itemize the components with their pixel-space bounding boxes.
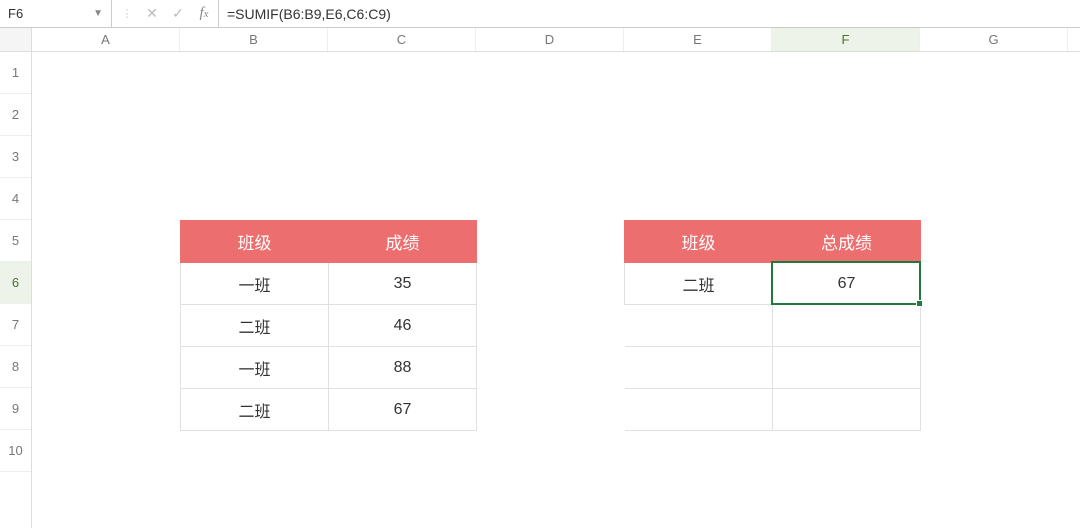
row-header-3[interactable]: 3: [0, 136, 31, 178]
empty-cell[interactable]: [625, 305, 773, 347]
table-row: 二班 46: [181, 305, 477, 347]
cell-score[interactable]: 67: [329, 389, 477, 431]
column-header-c[interactable]: C: [328, 28, 476, 51]
cell-total[interactable]: 67: [773, 263, 921, 305]
confirm-icon[interactable]: ✓: [170, 5, 186, 22]
table-header-row: 班级 成绩: [181, 221, 477, 263]
grid[interactable]: 班级 成绩 一班 35 二班 46 一班 88 二班 67: [32, 52, 1080, 472]
cancel-icon[interactable]: ✕: [144, 5, 160, 22]
column-header-a[interactable]: A: [32, 28, 180, 51]
drag-dots-icon: ⋮: [118, 7, 134, 20]
table-row: 二班 67: [625, 263, 921, 305]
empty-cell[interactable]: [773, 305, 921, 347]
column-header-e[interactable]: E: [624, 28, 772, 51]
column-headers: ABCDEFG: [32, 28, 1080, 52]
column-header-d[interactable]: D: [476, 28, 624, 51]
formula-bar: F6 ▼ ⋮ ✕ ✓ fx =SUMIF(B6:B9,E6,C6:C9): [0, 0, 1080, 28]
cell-class[interactable]: 二班: [181, 305, 329, 347]
row-header-6[interactable]: 6: [0, 262, 31, 304]
grid-area[interactable]: ABCDEFG 班级 成绩 一班 35 二班 46 一班 88: [32, 28, 1080, 528]
fx-icon[interactable]: fx: [196, 5, 212, 22]
empty-cell[interactable]: [625, 347, 773, 389]
result-table: 班级 总成绩 二班 67: [624, 220, 921, 431]
row-headers: 12345678910: [0, 28, 32, 528]
table-row: [625, 389, 921, 431]
header-total[interactable]: 总成绩: [773, 221, 921, 263]
header-score[interactable]: 成绩: [329, 221, 477, 263]
row-header-1[interactable]: 1: [0, 52, 31, 94]
row-header-7[interactable]: 7: [0, 304, 31, 346]
row-header-10[interactable]: 10: [0, 430, 31, 472]
column-header-g[interactable]: G: [920, 28, 1068, 51]
cell-score[interactable]: 88: [329, 347, 477, 389]
table-row: [625, 347, 921, 389]
spreadsheet: 12345678910 ABCDEFG 班级 成绩 一班 35 二班 46 一班: [0, 28, 1080, 528]
column-header-b[interactable]: B: [180, 28, 328, 51]
table-row: [625, 305, 921, 347]
cell-score[interactable]: 46: [329, 305, 477, 347]
row-header-5[interactable]: 5: [0, 220, 31, 262]
row-header-8[interactable]: 8: [0, 346, 31, 388]
empty-cell[interactable]: [625, 389, 773, 431]
empty-cell[interactable]: [773, 389, 921, 431]
cell-score[interactable]: 35: [329, 263, 477, 305]
header-class[interactable]: 班级: [181, 221, 329, 263]
column-header-f[interactable]: F: [772, 28, 920, 51]
table-row: 一班 35: [181, 263, 477, 305]
formula-bar-controls: ⋮ ✕ ✓ fx: [112, 0, 219, 27]
cell-class[interactable]: 一班: [181, 347, 329, 389]
empty-cell[interactable]: [773, 347, 921, 389]
cell-class[interactable]: 二班: [181, 389, 329, 431]
source-table: 班级 成绩 一班 35 二班 46 一班 88 二班 67: [180, 220, 477, 431]
row-header-2[interactable]: 2: [0, 94, 31, 136]
table-row: 二班 67: [181, 389, 477, 431]
header-class[interactable]: 班级: [625, 221, 773, 263]
name-box-value: F6: [8, 6, 23, 21]
row-header-9[interactable]: 9: [0, 388, 31, 430]
row-header-4[interactable]: 4: [0, 178, 31, 220]
chevron-down-icon[interactable]: ▼: [93, 8, 103, 19]
name-box[interactable]: F6 ▼: [0, 0, 112, 27]
table-row: 一班 88: [181, 347, 477, 389]
select-all-corner[interactable]: [0, 28, 31, 52]
cell-class[interactable]: 二班: [625, 263, 773, 305]
cell-class[interactable]: 一班: [181, 263, 329, 305]
formula-input[interactable]: =SUMIF(B6:B9,E6,C6:C9): [219, 6, 1080, 22]
table-header-row: 班级 总成绩: [625, 221, 921, 263]
